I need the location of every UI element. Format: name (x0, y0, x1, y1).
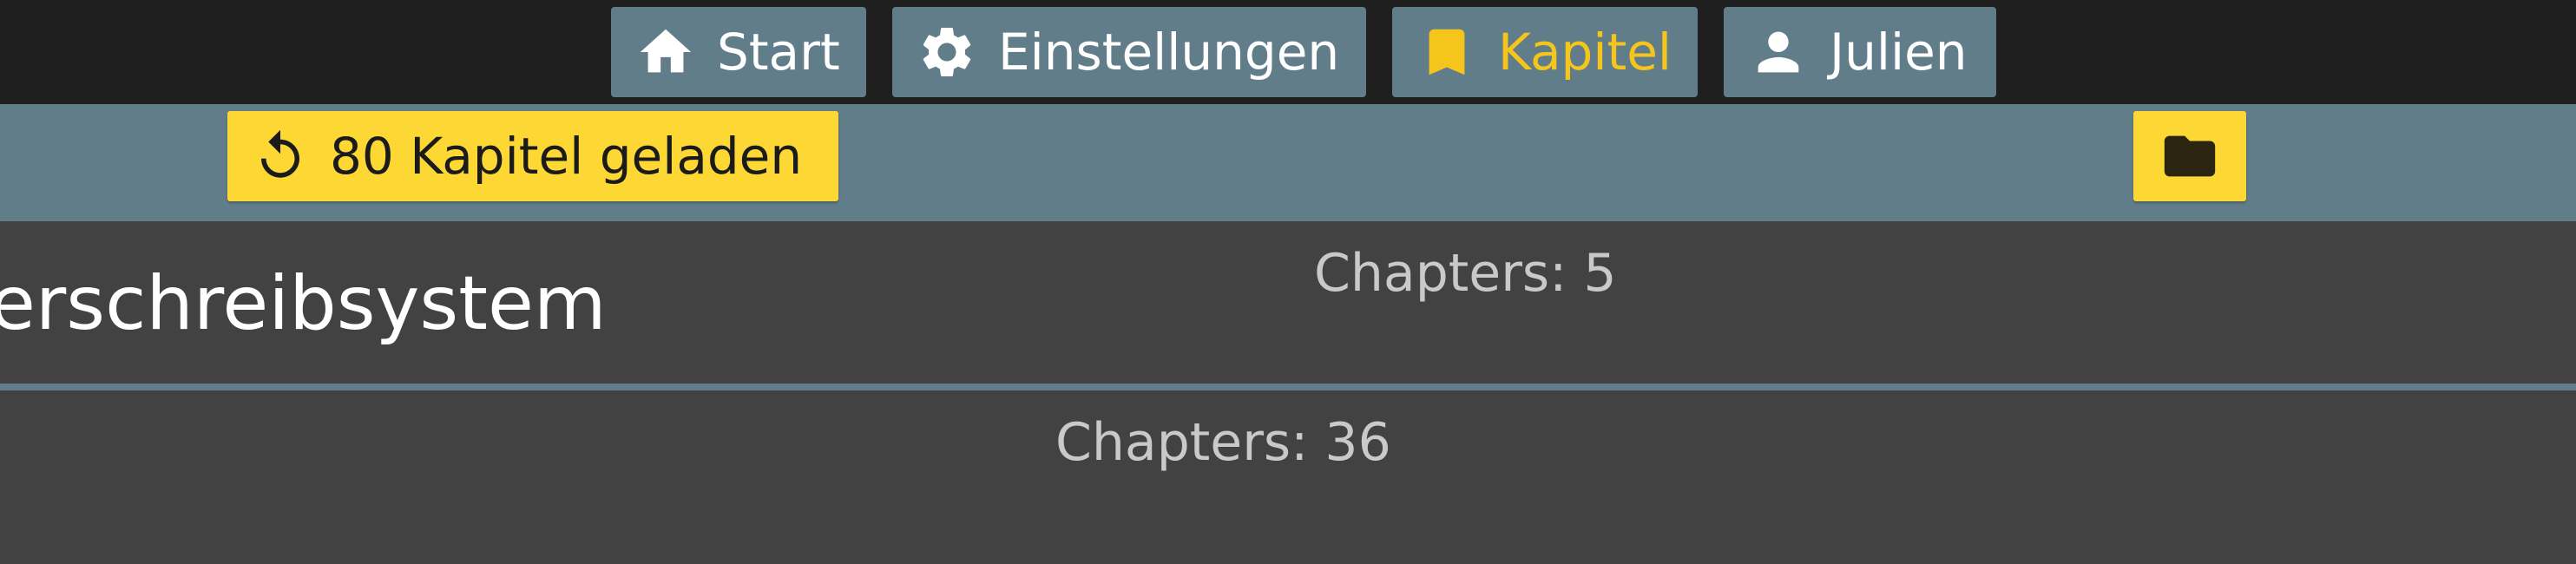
chapter-count: Chapters: 5 (1314, 243, 1617, 304)
nav-start-button[interactable]: Start (611, 7, 866, 97)
nav-user-label: Julien (1830, 23, 1968, 82)
book-row[interactable]: erschreibsystem Chapters: 5 (0, 221, 2576, 390)
nav-settings-label: Einstellungen (998, 23, 1340, 82)
book-title: erschreibsystem (0, 260, 607, 347)
folder-button[interactable] (2133, 111, 2246, 201)
nav-chapters-label: Kapitel (1498, 23, 1672, 82)
book-row[interactable]: Chapters: 36 (0, 390, 2576, 564)
top-navigation: Start Einstellungen Kapitel Julien (0, 0, 2576, 104)
home-icon (635, 22, 696, 82)
reload-icon (252, 128, 309, 185)
nav-user-button[interactable]: Julien (1724, 7, 1996, 97)
nav-chapters-button[interactable]: Kapitel (1392, 7, 1698, 97)
reload-label: 80 Kapitel geladen (330, 127, 803, 186)
user-icon (1748, 22, 1809, 82)
bookmark-icon (1416, 22, 1477, 82)
folder-icon (2159, 126, 2220, 187)
toolbar: 80 Kapitel geladen (0, 104, 2576, 221)
chapter-count: Chapters: 36 (1055, 412, 1391, 473)
nav-settings-button[interactable]: Einstellungen (892, 7, 1366, 97)
reload-chapters-button[interactable]: 80 Kapitel geladen (227, 111, 838, 201)
gear-icon (917, 22, 977, 82)
nav-start-label: Start (717, 23, 840, 82)
